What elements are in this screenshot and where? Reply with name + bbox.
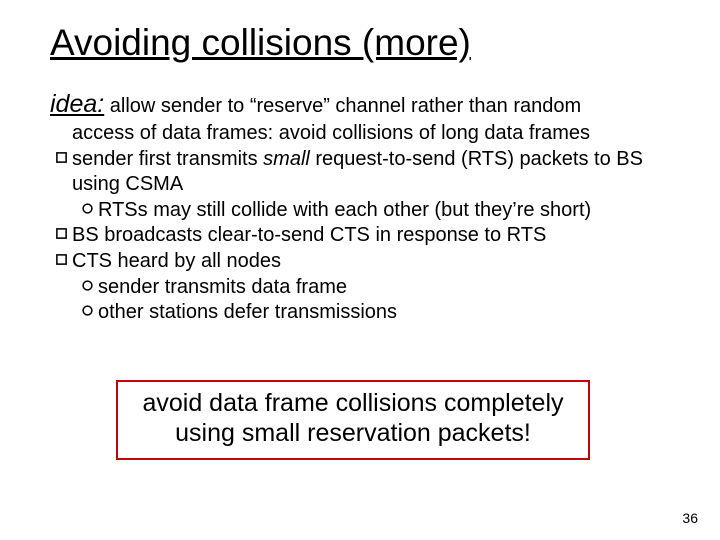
list-item: CTS heard by all nodes	[50, 249, 670, 275]
circle-bullet-icon	[76, 275, 98, 301]
circle-bullet-icon	[76, 300, 98, 326]
bullet-text: sender transmits data frame	[98, 275, 347, 301]
idea-text-1: allow sender to “reserve” channel rather…	[104, 95, 581, 117]
bullet-text-emph: small	[263, 148, 310, 170]
callout-box: avoid data frame collisions completely u…	[116, 380, 590, 460]
slide-title: Avoiding collisions (more)	[50, 22, 670, 64]
slide: Avoiding collisions (more) idea: allow s…	[0, 0, 720, 540]
bullet-text: other stations defer transmissions	[98, 300, 397, 326]
bullet-text: BS broadcasts clear-to-send CTS in respo…	[72, 223, 546, 249]
callout-line-1: avoid data frame collisions completely	[130, 389, 576, 419]
page-number: 36	[682, 510, 698, 526]
idea-text-2: access of data frames: avoid collisions …	[50, 121, 670, 147]
list-item: other stations defer transmissions	[50, 300, 670, 326]
idea-line: idea: allow sender to “reserve” channel …	[50, 90, 670, 119]
square-bullet-icon	[50, 147, 72, 198]
bullet-text-pre: sender first transmits	[72, 148, 263, 170]
square-bullet-icon	[50, 249, 72, 275]
circle-bullet-icon	[76, 198, 98, 224]
square-bullet-icon	[50, 223, 72, 249]
bullet-text: sender first transmits small request-to-…	[72, 147, 670, 198]
list-item: BS broadcasts clear-to-send CTS in respo…	[50, 223, 670, 249]
bullet-text: CTS heard by all nodes	[72, 249, 281, 275]
list-item: sender first transmits small request-to-…	[50, 147, 670, 198]
list-item: RTSs may still collide with each other (…	[50, 198, 670, 224]
callout-line-2: using small reservation packets!	[130, 419, 576, 449]
list-item: sender transmits data frame	[50, 275, 670, 301]
idea-label: idea:	[50, 90, 104, 118]
bullet-text: RTSs may still collide with each other (…	[98, 198, 591, 224]
